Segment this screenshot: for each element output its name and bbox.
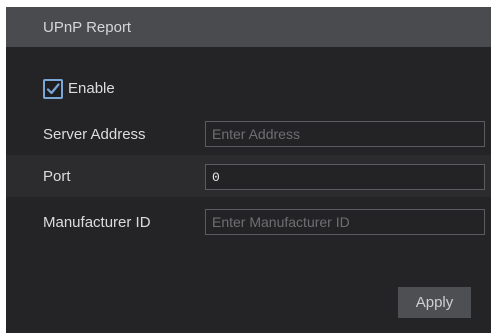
server-address-input[interactable] [205,121,485,147]
manufacturer-id-row: Manufacturer ID [6,201,491,243]
panel-header: UPnP Report [6,7,491,47]
enable-label[interactable]: Enable [68,80,115,97]
upnp-report-panel: UPnP Report Enable Server Address Port M… [6,7,491,333]
enable-checkbox[interactable] [43,79,63,99]
server-address-row: Server Address [6,113,491,155]
manufacturer-id-label: Manufacturer ID [43,214,151,231]
apply-button[interactable]: Apply [398,287,471,318]
port-label: Port [43,168,71,185]
server-address-label: Server Address [43,126,146,143]
checkmark-icon [46,83,60,95]
port-row: Port [6,155,491,197]
port-input[interactable] [205,164,485,190]
manufacturer-id-input[interactable] [205,209,485,235]
page-title: UPnP Report [43,19,132,36]
